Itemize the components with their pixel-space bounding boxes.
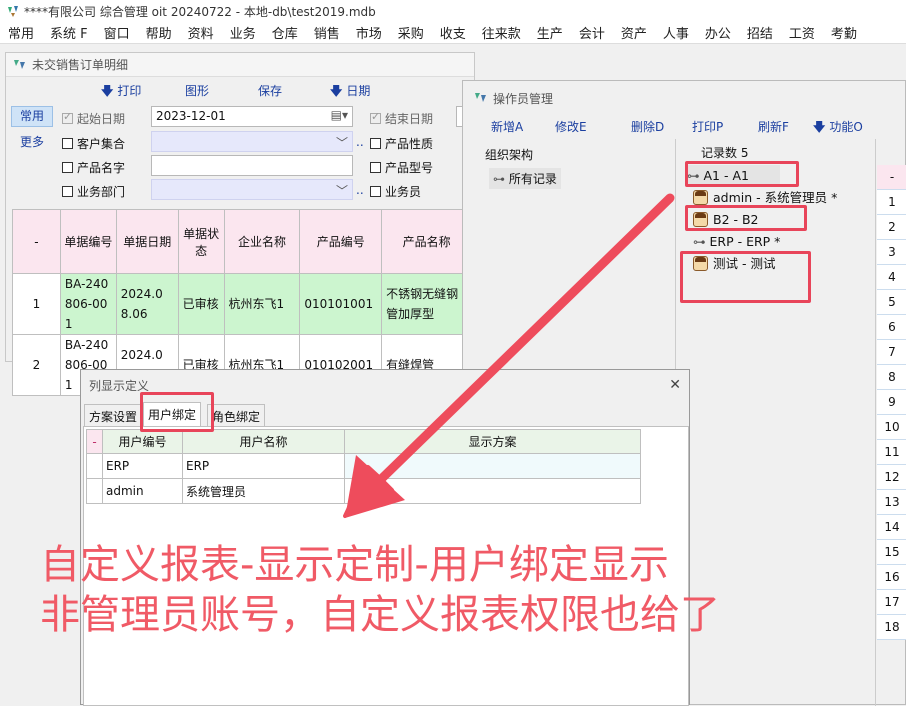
annotation-line-2: 非管理员账号，自定义报表权限也给了: [40, 592, 720, 638]
annotation-text: 自定义报表-显示定制-用户绑定显示 非管理员账号，自定义报表权限也给了: [40, 540, 720, 640]
annotation-line-1: 自定义报表-显示定制-用户绑定显示: [40, 542, 669, 588]
